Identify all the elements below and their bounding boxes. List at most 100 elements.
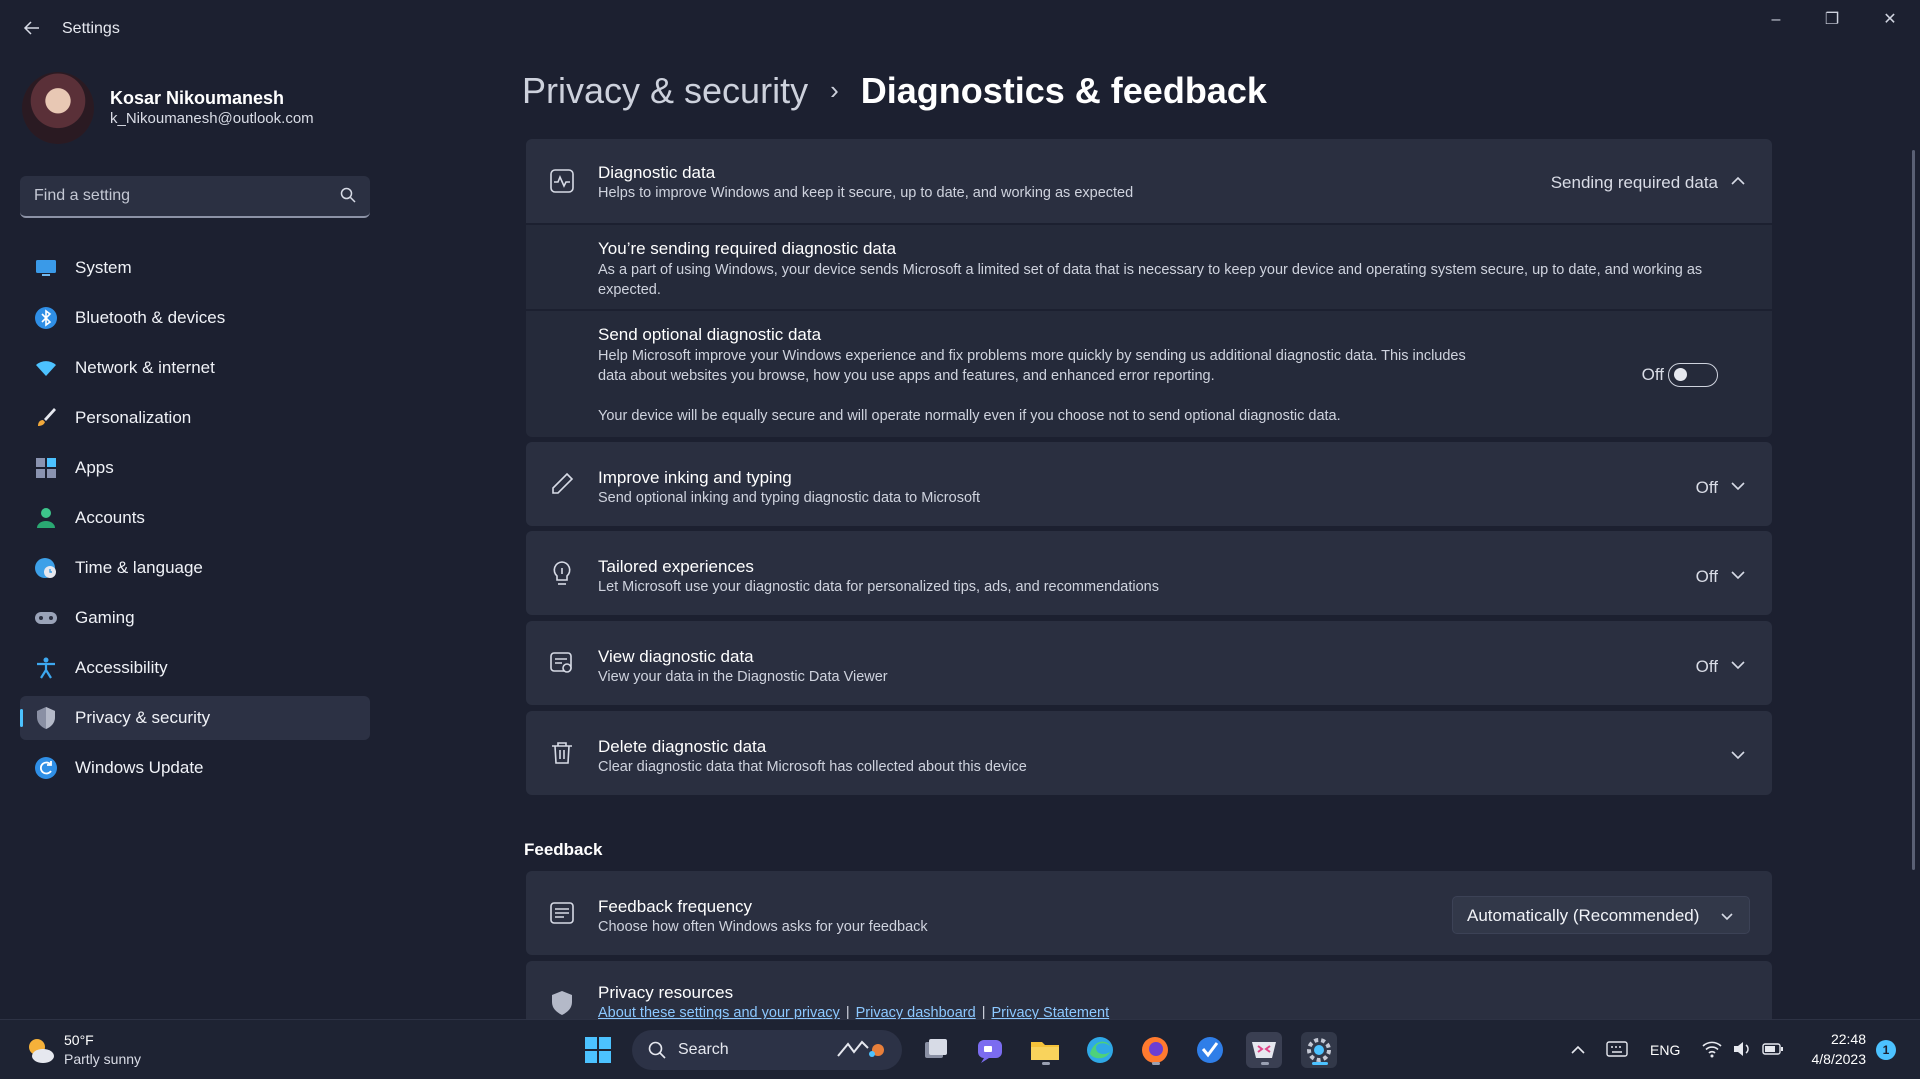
notification-badge[interactable]: 1: [1876, 1040, 1896, 1060]
sidebar-item-label: Network & internet: [75, 358, 215, 377]
teams-chat-button[interactable]: [972, 1032, 1008, 1068]
optional-data-toggle[interactable]: [1668, 363, 1718, 387]
maximize-button[interactable]: ❐: [1812, 8, 1852, 32]
search-highlight-icon: [837, 1040, 884, 1057]
minimize-button[interactable]: –: [1756, 8, 1796, 32]
clock-date[interactable]: 4/8/2023: [1800, 1051, 1867, 1067]
settings-app-button[interactable]: [1301, 1032, 1337, 1068]
sidebar-item-accounts[interactable]: Accounts: [20, 496, 370, 540]
vpn-app-button[interactable]: [1192, 1032, 1228, 1068]
close-button[interactable]: ✕: [1870, 8, 1910, 32]
update-icon: [35, 757, 57, 779]
privacy-link-statement[interactable]: Privacy Statement: [991, 1005, 1109, 1019]
volume-icon[interactable]: [1732, 1040, 1752, 1058]
taskbar: 50°F Partly sunny Search ENG 22:48 4/8/2…: [0, 1019, 1920, 1079]
task-view-icon: [925, 1039, 947, 1058]
delete-diagnostic-data-card[interactable]: Delete diagnostic data Clear diagnostic …: [526, 711, 1772, 795]
card-title: Diagnostic data: [598, 163, 716, 182]
chevron-up-icon[interactable]: [1570, 1042, 1586, 1058]
feedback-section-title: Feedback: [524, 840, 603, 859]
language-indicator[interactable]: ENG: [1650, 1042, 1680, 1058]
sidebar-item-label: Apps: [75, 458, 114, 477]
sidebar-item-privacy-security[interactable]: Privacy & security: [20, 696, 370, 740]
sidebar-item-label: Accessibility: [75, 658, 168, 677]
feedback-frequency-dropdown[interactable]: Automatically (Recommended): [1452, 896, 1750, 934]
card-title: Feedback frequency: [598, 897, 753, 916]
optional-data-panel: Send optional diagnostic data Help Micro…: [526, 311, 1772, 437]
inking-typing-card[interactable]: Improve inking and typing Send optional …: [526, 442, 1772, 526]
firefox-button[interactable]: [1137, 1032, 1173, 1068]
chevron-down-icon[interactable]: [1730, 478, 1746, 494]
optional-data-title: Send optional diagnostic data: [598, 325, 822, 344]
sidebar-item-label: Time & language: [75, 558, 203, 577]
sidebar-item-label: Accounts: [75, 508, 145, 527]
keyboard-icon[interactable]: [1606, 1040, 1628, 1058]
card-description: Send optional inking and typing diagnost…: [598, 490, 981, 506]
apps-icon: [36, 458, 56, 478]
windows-logo-icon: [585, 1037, 611, 1063]
chevron-down-icon[interactable]: [1730, 747, 1746, 763]
optional-data-text: Help Microsoft improve your Windows expe…: [598, 348, 1466, 384]
wifi-icon[interactable]: [1702, 1040, 1722, 1058]
bluetooth-icon: [35, 307, 57, 329]
sidebar-item-bluetooth[interactable]: Bluetooth & devices: [20, 296, 370, 340]
user-email: k_Nikoumanesh@outlook.com: [110, 110, 314, 127]
breadcrumb-parent[interactable]: Privacy & security: [522, 70, 808, 111]
tailored-experiences-card[interactable]: Tailored experiences Let Microsoft use y…: [526, 531, 1772, 615]
find-setting-search[interactable]: [20, 176, 370, 218]
sidebar-item-label: Windows Update: [75, 758, 204, 777]
start-button[interactable]: [580, 1032, 616, 1068]
privacy-link-about[interactable]: About these settings and your privacy: [598, 1005, 840, 1019]
title-bar: Settings – ❐ ✕: [0, 0, 1920, 60]
sidebar-item-windows-update[interactable]: Windows Update: [20, 746, 370, 790]
breadcrumb: Privacy & security › Diagnostics & feedbac…: [522, 70, 1267, 112]
taskbar-search[interactable]: Search: [632, 1030, 902, 1070]
chevron-up-icon[interactable]: [1730, 173, 1746, 189]
card-title: View diagnostic data: [598, 647, 754, 666]
edge-button[interactable]: [1082, 1032, 1118, 1068]
sidebar-item-accessibility[interactable]: Accessibility: [20, 646, 370, 690]
clock-time[interactable]: 22:48: [1812, 1031, 1866, 1047]
sidebar-item-gaming[interactable]: Gaming: [20, 596, 370, 640]
app-title: Settings: [62, 20, 120, 37]
edge-browser-icon: [1087, 1037, 1113, 1063]
back-button[interactable]: [20, 16, 44, 40]
accessibility-icon: [37, 657, 55, 679]
chevron-down-icon[interactable]: [1730, 567, 1746, 583]
task-view-button[interactable]: [918, 1032, 954, 1068]
privacy-links: About these settings and your privacy | Pr…: [598, 1005, 1109, 1019]
privacy-resources-card: Privacy resources About these settings a…: [526, 961, 1772, 1019]
sidebar-item-label: Bluetooth & devices: [75, 308, 226, 327]
sidebar-item-label: Privacy & security: [75, 708, 211, 727]
sidebar-item-system[interactable]: System: [20, 246, 370, 290]
privacy-link-dashboard[interactable]: Privacy dashboard: [856, 1005, 976, 1019]
battery-icon[interactable]: [1762, 1040, 1784, 1058]
gamepad-icon: [35, 612, 57, 624]
lightbulb-icon: [553, 561, 571, 585]
sidebar-item-apps[interactable]: Apps: [20, 446, 370, 490]
file-explorer-button[interactable]: [1027, 1032, 1063, 1068]
partly-sunny-icon: [29, 1039, 54, 1063]
breadcrumb-separator: ›: [830, 75, 839, 105]
link-divider: |: [981, 1005, 986, 1019]
sidebar-item-label: Gaming: [75, 608, 135, 627]
sidebar-item-label: System: [75, 258, 132, 277]
sidebar-item-time-language[interactable]: Time & language: [20, 546, 370, 590]
search-input[interactable]: [34, 185, 324, 207]
taskbar-search-label: Search: [678, 1041, 729, 1058]
shield-icon: [37, 707, 55, 729]
avatar[interactable]: [22, 72, 94, 144]
pinned-app-button[interactable]: [1246, 1032, 1282, 1068]
dropdown-selected-value: Automatically (Recommended): [1467, 906, 1700, 925]
toggle-knob: [1674, 368, 1687, 381]
sidebar-item-label: Personalization: [75, 408, 192, 427]
sidebar-item-personalization[interactable]: Personalization: [20, 396, 370, 440]
scrollbar[interactable]: [1912, 150, 1915, 870]
chevron-down-icon[interactable]: [1730, 657, 1746, 673]
diagnostic-data-card[interactable]: Diagnostic data Helps to improve Windows…: [526, 139, 1772, 223]
running-indicator: [1042, 1062, 1050, 1065]
sidebar-item-network[interactable]: Network & internet: [20, 346, 370, 390]
search-icon[interactable]: [340, 187, 356, 203]
view-diagnostic-data-card[interactable]: View diagnostic data View your data in t…: [526, 621, 1772, 705]
weather-description: Partly sunny: [64, 1051, 142, 1067]
